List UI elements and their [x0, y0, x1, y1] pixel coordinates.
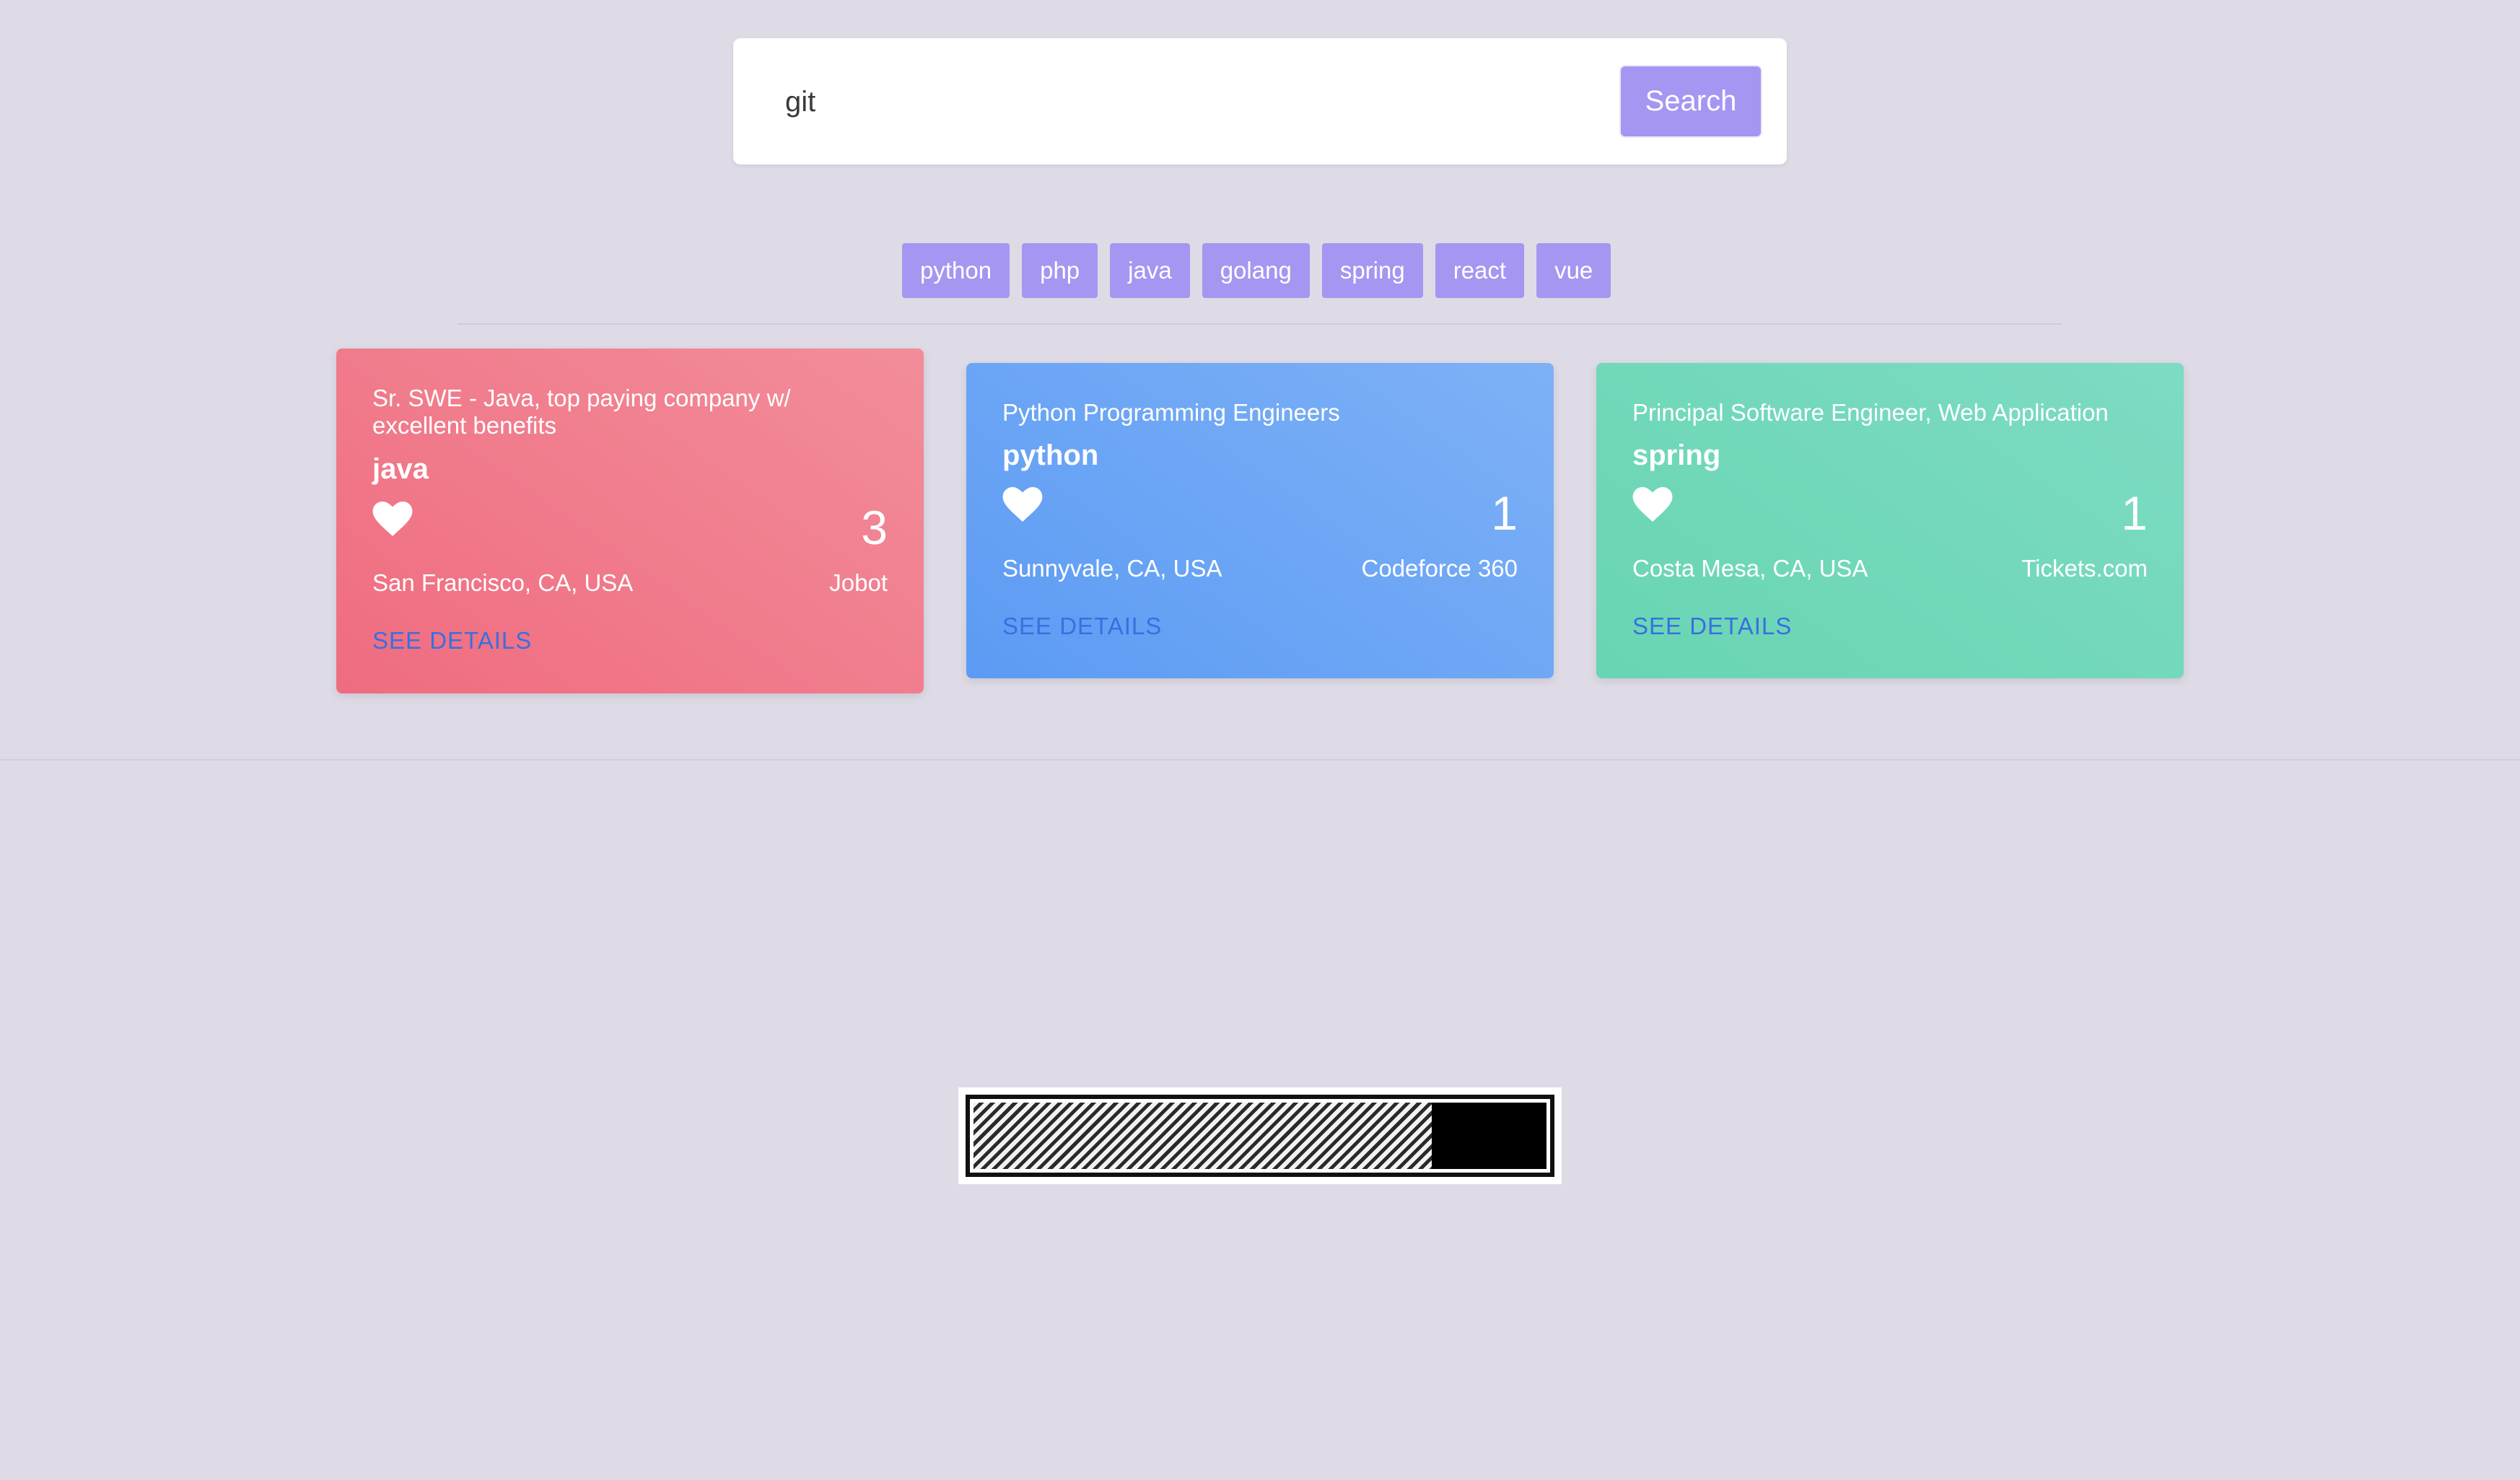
- tag-php[interactable]: php: [1022, 243, 1098, 298]
- job-card: Python Programming Engineers python 1 Su…: [966, 363, 1554, 678]
- search-bar: Search: [733, 38, 1787, 165]
- job-title: Principal Software Engineer, Web Applica…: [1632, 399, 2109, 426]
- section-divider: [458, 323, 2062, 325]
- tag-java[interactable]: java: [1110, 243, 1190, 298]
- company-name: Jobot: [829, 569, 888, 596]
- tag-filter-list: python php java golang spring react vue: [902, 243, 1611, 298]
- see-details-link[interactable]: SEE DETAILS: [1632, 613, 1792, 640]
- tag-spring[interactable]: spring: [1321, 243, 1423, 298]
- job-card: Sr. SWE - Java, top paying company w/ ex…: [336, 349, 924, 693]
- loading-progress-bar: [958, 1087, 1562, 1184]
- main-divider: [0, 759, 2520, 761]
- search-button[interactable]: Search: [1619, 65, 1762, 138]
- heart-icon[interactable]: [372, 502, 413, 536]
- search-input[interactable]: [785, 66, 1579, 138]
- heart-icon[interactable]: [1002, 487, 1043, 522]
- job-location: Sunnyvale, CA, USA: [1002, 555, 1222, 582]
- job-tag: java: [372, 453, 429, 485]
- job-card: Principal Software Engineer, Web Applica…: [1596, 363, 2184, 678]
- tag-vue[interactable]: vue: [1536, 243, 1611, 298]
- job-tag: spring: [1632, 439, 1721, 471]
- progress-track: [966, 1095, 1554, 1177]
- heart-icon[interactable]: [1632, 487, 1673, 522]
- like-count: 1: [1491, 486, 1518, 540]
- company-name: Tickets.com: [2021, 555, 2148, 582]
- company-name: Codeforce 360: [1361, 555, 1518, 582]
- see-details-link[interactable]: SEE DETAILS: [1002, 613, 1162, 640]
- progress-stripes: [974, 1103, 1546, 1169]
- job-location: San Francisco, CA, USA: [372, 569, 634, 596]
- job-location: Costa Mesa, CA, USA: [1632, 555, 1868, 582]
- like-count: 1: [2121, 486, 2148, 540]
- job-tag: python: [1002, 439, 1099, 471]
- like-count: 3: [861, 501, 888, 554]
- progress-fill: [1432, 1103, 1546, 1169]
- see-details-link[interactable]: SEE DETAILS: [372, 627, 532, 654]
- tag-python[interactable]: python: [902, 243, 1010, 298]
- tag-react[interactable]: react: [1435, 243, 1525, 298]
- job-title: Sr. SWE - Java, top paying company w/ ex…: [372, 385, 791, 439]
- job-title: Python Programming Engineers: [1002, 399, 1340, 426]
- tag-golang[interactable]: golang: [1202, 243, 1310, 298]
